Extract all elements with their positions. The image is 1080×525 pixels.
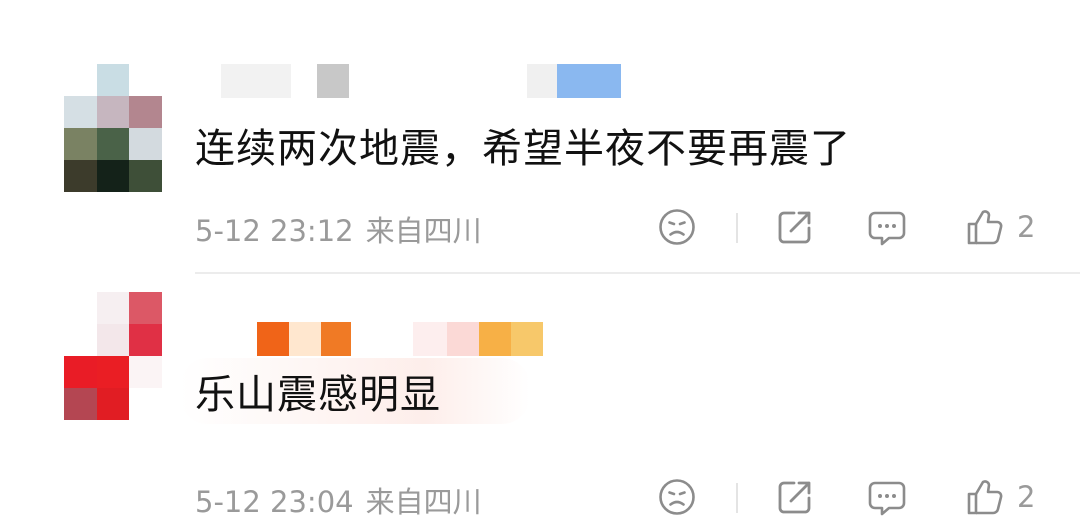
like-button[interactable]: 2	[963, 205, 1035, 249]
dislike-face-icon	[659, 209, 695, 245]
like-button[interactable]: 2	[963, 475, 1035, 519]
mosaic-block	[129, 128, 162, 160]
username[interactable]	[195, 64, 621, 98]
mosaic-block	[96, 356, 130, 388]
mosaic-block	[321, 322, 351, 356]
avatar[interactable]	[64, 64, 162, 192]
thumbs-up-icon	[967, 480, 1003, 515]
comment-actions: 2	[655, 475, 1055, 519]
mosaic-block	[221, 64, 291, 98]
mosaic-block	[64, 356, 97, 388]
mosaic-block	[557, 64, 621, 98]
comment-date: 5-12 23:04	[195, 485, 354, 519]
reply-button[interactable]	[865, 205, 909, 249]
comment-meta: 5-12 23:04 来自四川	[195, 479, 482, 521]
like-count: 2	[1017, 210, 1036, 244]
dislike-button[interactable]	[655, 205, 699, 249]
like-count: 2	[1017, 480, 1036, 514]
mosaic-block	[129, 324, 162, 356]
mosaic-block	[195, 64, 221, 98]
mosaic-block	[447, 322, 479, 356]
mosaic-block	[96, 160, 130, 192]
mosaic-block	[64, 388, 97, 420]
comment-icon	[868, 211, 906, 246]
mosaic-block	[96, 128, 130, 160]
thumbs-up-icon	[967, 210, 1003, 245]
share-icon	[778, 481, 811, 514]
mosaic-block	[351, 322, 413, 356]
mosaic-block	[64, 96, 97, 128]
mosaic-block	[129, 292, 162, 324]
dislike-face-icon	[659, 479, 695, 515]
mosaic-block	[129, 160, 162, 192]
mosaic-block	[96, 324, 130, 356]
mosaic-block	[64, 64, 97, 96]
share-button[interactable]	[773, 205, 817, 249]
comment-location: 来自四川	[365, 485, 482, 519]
mosaic-block	[479, 322, 511, 356]
mosaic-block	[129, 96, 162, 128]
comment-text: 乐山震感明显	[195, 372, 441, 418]
comment-item: 乐山震感明显 5-12 23:04 来自四川 2	[0, 274, 1080, 525]
mosaic-block	[64, 128, 97, 160]
mosaic-block	[96, 96, 130, 128]
mosaic-block	[467, 64, 497, 98]
mosaic-block	[64, 292, 97, 324]
comment-date: 5-12 23:12	[195, 214, 354, 248]
mosaic-block	[317, 64, 349, 98]
mosaic-block	[64, 324, 97, 356]
mosaic-block	[96, 292, 130, 324]
comment-actions: 2	[655, 205, 1055, 249]
mosaic-block	[289, 322, 321, 356]
comment-text: 连续两次地震，希望半夜不要再震了	[195, 126, 851, 172]
action-separator	[736, 483, 738, 513]
comment-icon	[868, 481, 906, 516]
comment-location: 来自四川	[365, 214, 482, 248]
mosaic-block	[257, 322, 289, 356]
reply-button[interactable]	[865, 475, 909, 519]
mosaic-block	[129, 356, 162, 388]
mosaic-block	[437, 64, 467, 98]
mosaic-block	[96, 64, 130, 96]
mosaic-block	[129, 388, 162, 420]
mosaic-block	[413, 322, 447, 356]
share-button[interactable]	[773, 475, 817, 519]
comment-item: 连续两次地震，希望半夜不要再震了 5-12 23:12 来自四川 2	[0, 0, 1080, 272]
mosaic-block	[527, 64, 557, 98]
mosaic-block	[96, 388, 130, 420]
mosaic-block	[129, 64, 162, 96]
mosaic-block	[64, 160, 97, 192]
mosaic-block	[349, 64, 437, 98]
comment-meta: 5-12 23:12 来自四川	[195, 208, 482, 250]
share-icon	[778, 211, 811, 244]
dislike-button[interactable]	[655, 475, 699, 519]
mosaic-block	[291, 64, 317, 98]
mosaic-block	[195, 322, 257, 356]
action-separator	[736, 213, 738, 243]
avatar[interactable]	[64, 292, 162, 420]
mosaic-block	[511, 322, 543, 356]
mosaic-block	[497, 64, 527, 98]
username[interactable]	[195, 322, 543, 356]
